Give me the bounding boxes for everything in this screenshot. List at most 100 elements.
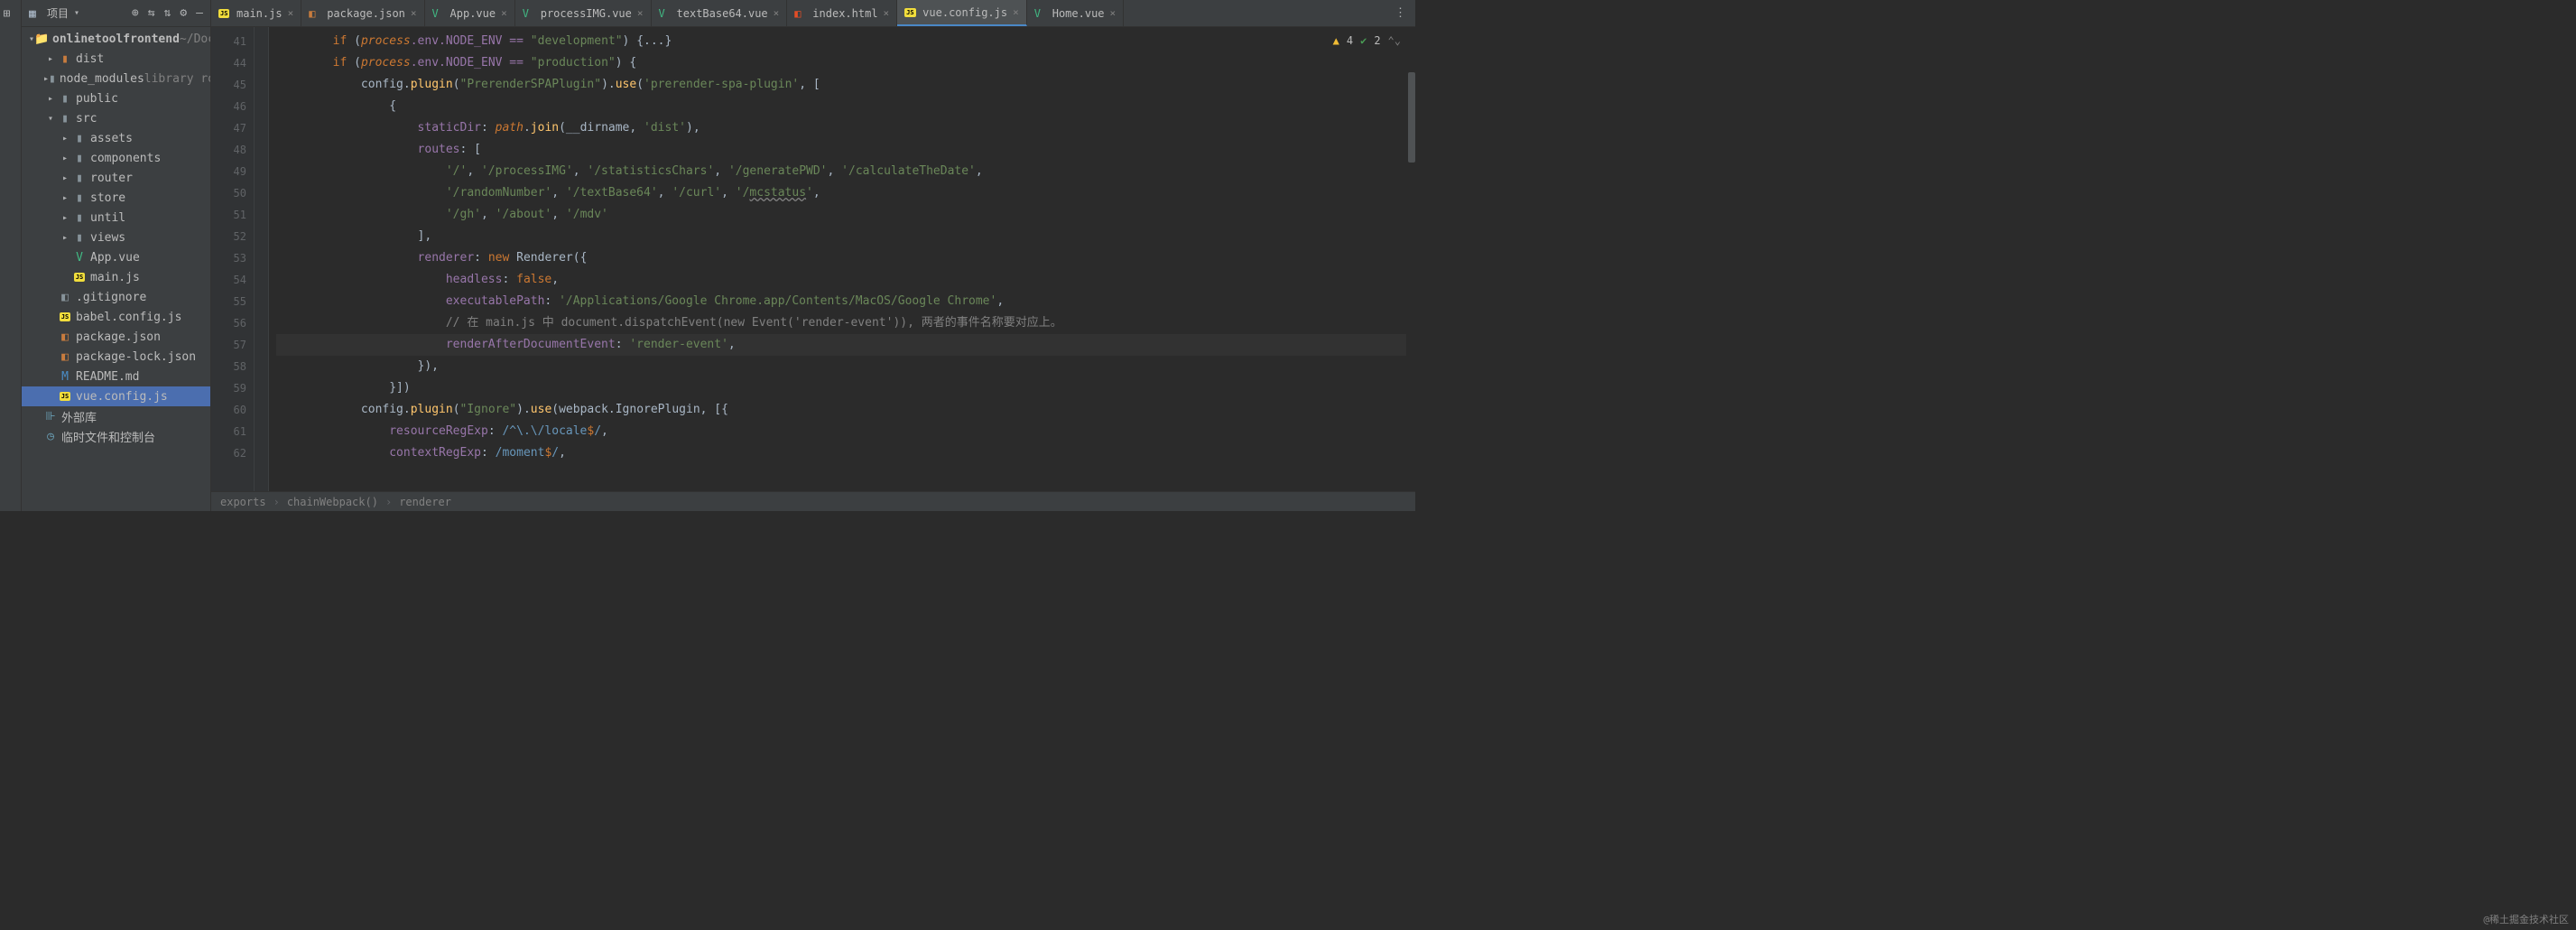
project-sidebar: ▦ 项目 ▾ ⊕ ⇆ ⇅ ⚙ — ▾📁onlinetoolfrontend ~/… — [22, 0, 211, 511]
folder-icon: ▮ — [72, 131, 87, 145]
close-icon[interactable]: × — [637, 7, 644, 19]
tree-root[interactable]: ▾📁onlinetoolfrontend ~/Documents/CodePro… — [22, 29, 210, 49]
code-line[interactable]: { — [276, 96, 1408, 117]
tab-app-vue[interactable]: VApp.vue× — [425, 0, 515, 26]
close-icon[interactable]: × — [411, 7, 417, 19]
code-line[interactable]: contextRegExp: /moment$/, — [276, 442, 1408, 464]
code-line[interactable]: renderAfterDocumentEvent: 'render-event'… — [276, 334, 1408, 356]
tree-item-package-json[interactable]: ◧package.json — [22, 327, 210, 347]
target-icon[interactable]: ⊕ — [132, 6, 139, 20]
project-tree[interactable]: ▾📁onlinetoolfrontend ~/Documents/CodePro… — [22, 27, 210, 511]
tab-main-js[interactable]: JSmain.js× — [211, 0, 301, 26]
chevron-icon[interactable]: ▸ — [43, 54, 58, 64]
tab-textbase64-vue[interactable]: VtextBase64.vue× — [652, 0, 788, 26]
line-number: 62 — [215, 442, 246, 464]
code-line[interactable]: renderer: new Renderer({ — [276, 247, 1408, 269]
code-line[interactable]: resourceRegExp: /^\.\/locale$/, — [276, 421, 1408, 442]
close-icon[interactable]: × — [1013, 6, 1019, 18]
code-line[interactable]: // 在 main.js 中 document.dispatchEvent(ne… — [276, 312, 1408, 334]
tree-item-label: store — [90, 191, 125, 205]
breadcrumb-item[interactable]: renderer — [399, 496, 451, 508]
tree-item-until[interactable]: ▸▮until — [22, 208, 210, 228]
tree-item-src[interactable]: ▾▮src — [22, 108, 210, 128]
tree-item-store[interactable]: ▸▮store — [22, 188, 210, 208]
tab-home-vue[interactable]: VHome.vue× — [1027, 0, 1124, 26]
tree-item-label: public — [76, 92, 118, 106]
close-icon[interactable]: × — [288, 7, 294, 19]
chevron-icon[interactable]: ▸ — [58, 193, 72, 203]
chevron-up-down-icon[interactable]: ⌃⌄ — [1388, 34, 1401, 47]
code-line[interactable]: if (process.env.NODE_ENV == "development… — [276, 31, 1408, 52]
code-line[interactable]: '/', '/processIMG', '/statisticsChars', … — [276, 161, 1408, 182]
tree-item----[interactable]: ⊪外部库 — [22, 406, 210, 426]
chevron-down-icon[interactable]: ▾ — [74, 8, 79, 18]
chevron-icon[interactable]: ▾ — [43, 114, 58, 124]
tree-item-router[interactable]: ▸▮router — [22, 168, 210, 188]
close-icon[interactable]: × — [884, 7, 890, 19]
close-icon[interactable]: × — [1110, 7, 1117, 19]
minimize-icon[interactable]: — — [196, 6, 203, 20]
code-line[interactable]: routes: [ — [276, 139, 1408, 161]
tab-label: Home.vue — [1052, 7, 1105, 20]
tab-processimg-vue[interactable]: VprocessIMG.vue× — [515, 0, 652, 26]
tree-item-dist[interactable]: ▸▮dist — [22, 49, 210, 69]
code-line[interactable]: if (process.env.NODE_ENV == "production"… — [276, 52, 1408, 74]
tab-index-html[interactable]: ◧index.html× — [787, 0, 897, 26]
chevron-icon[interactable]: ▸ — [58, 153, 72, 163]
scrollbar-thumb[interactable] — [1408, 72, 1415, 163]
tree-item-public[interactable]: ▸▮public — [22, 88, 210, 108]
chevron-icon[interactable]: ▸ — [58, 213, 72, 223]
gear-icon[interactable]: ⚙ — [180, 6, 187, 20]
tree-item-package-lock-json[interactable]: ◧package-lock.json — [22, 347, 210, 367]
tree-item--gitignore[interactable]: ◧.gitignore — [22, 287, 210, 307]
watermark: @稀土掘金技术社区 — [2483, 912, 2569, 926]
code-line[interactable]: '/gh', '/about', '/mdv' — [276, 204, 1408, 226]
structure-icon[interactable]: ⊞ — [4, 7, 18, 22]
code-line[interactable]: ], — [276, 226, 1408, 247]
tree-item-label: views — [90, 231, 125, 245]
close-icon[interactable]: × — [501, 7, 507, 19]
tab-label: index.html — [812, 7, 877, 20]
code-line[interactable]: config.plugin("Ignore").use(webpack.Igno… — [276, 399, 1408, 421]
code-line[interactable]: '/randomNumber', '/textBase64', '/curl',… — [276, 182, 1408, 204]
code-line[interactable]: }]) — [276, 377, 1408, 399]
code-line[interactable]: config.plugin("PrerenderSPAPlugin").use(… — [276, 74, 1408, 96]
code-line[interactable]: headless: false, — [276, 269, 1408, 291]
tree-item-babel-config-js[interactable]: JSbabel.config.js — [22, 307, 210, 327]
expand-icon[interactable]: ⇆ — [148, 6, 155, 20]
tree-item-components[interactable]: ▸▮components — [22, 148, 210, 168]
tree-item-readme-md[interactable]: MREADME.md — [22, 367, 210, 386]
breadcrumb-item[interactable]: chainWebpack() — [287, 496, 378, 508]
editor-inspection-status[interactable]: ▲ 4 ✔ 2 ⌃⌄ — [1328, 33, 1406, 49]
tree-item-main-js[interactable]: JSmain.js — [22, 267, 210, 287]
tab-package-json[interactable]: ◧package.json× — [301, 0, 424, 26]
breadcrumb[interactable]: exports›chainWebpack()›renderer — [211, 491, 1415, 511]
line-number: 45 — [215, 74, 246, 96]
tree-item-vue-config-js[interactable]: JSvue.config.js — [22, 386, 210, 406]
folder-icon: ▮ — [72, 151, 87, 165]
vertical-scrollbar[interactable] — [1406, 54, 1415, 471]
code-content[interactable]: if (process.env.NODE_ENV == "development… — [269, 27, 1415, 491]
close-icon[interactable]: × — [774, 7, 780, 19]
code-line[interactable]: executablePath: '/Applications/Google Ch… — [276, 291, 1408, 312]
collapse-icon[interactable]: ⇅ — [164, 6, 171, 20]
tree-item-assets[interactable]: ▸▮assets — [22, 128, 210, 148]
code-line[interactable]: staticDir: path.join(__dirname, 'dist'), — [276, 117, 1408, 139]
tree-item-node-modules[interactable]: ▸▮node_modules library root — [22, 69, 210, 88]
breadcrumb-item[interactable]: exports — [220, 496, 266, 508]
tree-item-app-vue[interactable]: VApp.vue — [22, 247, 210, 267]
line-number: 51 — [215, 204, 246, 226]
code-line[interactable]: }), — [276, 356, 1408, 377]
tree-item---------[interactable]: ◷临时文件和控制台 — [22, 426, 210, 446]
chevron-icon[interactable]: ▸ — [58, 134, 72, 144]
tree-item-views[interactable]: ▸▮views — [22, 228, 210, 247]
chevron-icon[interactable]: ▸ — [58, 233, 72, 243]
tab-vue-config-js[interactable]: JSvue.config.js× — [897, 0, 1027, 26]
tab-overflow-icon[interactable]: ⋮ — [1385, 6, 1415, 20]
chevron-icon[interactable]: ▸ — [43, 94, 58, 104]
json-icon: ◧ — [58, 330, 72, 344]
check-icon: ✔ — [1360, 34, 1367, 47]
line-number: 49 — [215, 161, 246, 182]
line-number: 57 — [215, 334, 246, 356]
chevron-icon[interactable]: ▸ — [58, 173, 72, 183]
